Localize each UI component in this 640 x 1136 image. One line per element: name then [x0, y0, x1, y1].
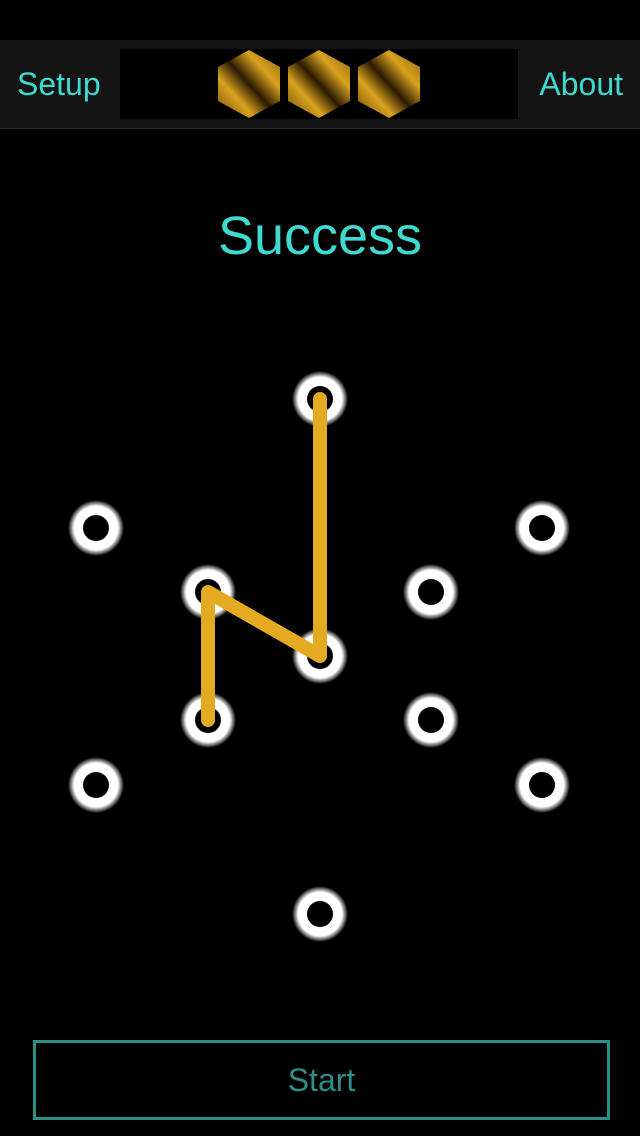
start-button[interactable]: Start — [33, 1040, 610, 1120]
pattern-dot[interactable] — [514, 500, 570, 556]
pattern-dot[interactable] — [68, 757, 124, 813]
pattern-dot[interactable] — [292, 886, 348, 942]
pattern-dot[interactable] — [403, 692, 459, 748]
pattern-dot[interactable] — [403, 564, 459, 620]
unlock-pattern-grid[interactable] — [0, 0, 640, 1136]
pattern-dot[interactable] — [68, 500, 124, 556]
pattern-dot[interactable] — [514, 757, 570, 813]
